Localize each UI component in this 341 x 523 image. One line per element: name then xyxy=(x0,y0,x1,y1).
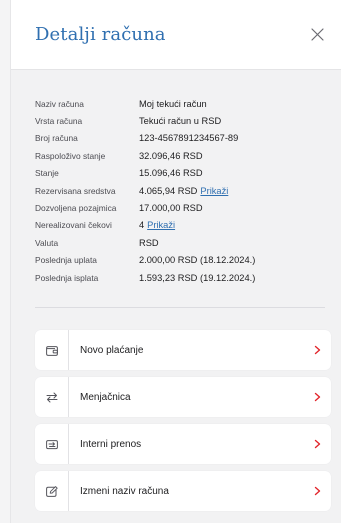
detail-label: Rezervisana sredstva xyxy=(35,185,116,196)
exchange-arrows-icon xyxy=(35,377,69,417)
detail-row-valuta: Valuta RSD xyxy=(35,234,317,251)
account-actions: Novo plaćanje Menjačnica Interni prenos … xyxy=(35,330,331,518)
edit-pencil-icon xyxy=(35,471,69,511)
detail-label: Nerealizovani čekovi xyxy=(35,220,112,231)
detail-label: Stanje xyxy=(35,168,59,179)
action-label: Menjačnica xyxy=(80,391,131,403)
detail-value-text: 4.065,94 RSD xyxy=(139,185,198,196)
detail-label: Dozvoljena pozajmica xyxy=(35,203,117,214)
detail-value: 4 Prikaži xyxy=(139,220,175,230)
detail-label: Vrsta računa xyxy=(35,116,83,127)
detail-value: RSD xyxy=(139,237,159,248)
account-details-list: Naziv računa Moj tekući račun Vrsta raču… xyxy=(11,70,341,286)
action-label: Novo plaćanje xyxy=(80,344,144,356)
modal-header: Detalji računa xyxy=(11,0,341,70)
detail-value: Tekući račun u RSD xyxy=(139,116,222,127)
rename-account-button[interactable]: Izmeni naziv računa xyxy=(35,471,331,511)
detail-row-stanje: Stanje 15.096,46 RSD xyxy=(35,165,317,182)
account-details-modal: Detalji računa Naziv računa Moj tekući r… xyxy=(10,0,341,523)
exchange-button[interactable]: Menjačnica xyxy=(35,377,331,417)
detail-row-naziv: Naziv računa Moj tekući račun xyxy=(35,95,317,112)
detail-label: Poslednja isplata xyxy=(35,272,99,283)
detail-row-raspolozivo: Raspoloživo stanje 32.096,46 RSD xyxy=(35,147,317,164)
wallet-icon xyxy=(35,330,69,370)
detail-value: 17.000,00 RSD xyxy=(139,203,203,214)
detail-value-text: 4 xyxy=(139,220,145,231)
detail-value: Moj tekući račun xyxy=(139,98,207,109)
new-payment-button[interactable]: Novo plaćanje xyxy=(35,330,331,370)
detail-value: 2.000,00 RSD (18.12.2024.) xyxy=(139,255,256,266)
detail-row-isplata: Poslednja isplata 1.593,23 RSD (19.12.20… xyxy=(35,269,317,286)
detail-label: Valuta xyxy=(35,237,59,248)
detail-row-rezervisana: Rezervisana sredstva 4.065,94 RSD Prikaži xyxy=(35,182,317,199)
chevron-right-icon xyxy=(303,439,331,449)
detail-value: 123-4567891234567-89 xyxy=(139,133,239,144)
internal-transfer-button[interactable]: Interni prenos xyxy=(35,424,331,464)
detail-row-pozajmica: Dozvoljena pozajmica 17.000,00 RSD xyxy=(35,199,317,216)
detail-row-broj: Broj računa 123-4567891234567-89 xyxy=(35,130,317,147)
detail-row-vrsta: Vrsta računa Tekući račun u RSD xyxy=(35,112,317,129)
modal-title: Detalji računa xyxy=(35,24,166,45)
detail-value: 32.096,46 RSD xyxy=(139,150,203,161)
action-label: Izmeni naziv računa xyxy=(80,485,169,497)
detail-row-uplata: Poslednja uplata 2.000,00 RSD (18.12.202… xyxy=(35,252,317,269)
detail-label: Raspoloživo stanje xyxy=(35,150,106,161)
prikazi-checks-link[interactable]: Prikaži xyxy=(147,220,175,230)
detail-label: Broj računa xyxy=(35,133,78,144)
transfer-card-icon xyxy=(35,424,69,464)
section-divider xyxy=(35,307,325,308)
close-button[interactable] xyxy=(307,25,327,45)
detail-label: Poslednja uplata xyxy=(35,255,97,266)
chevron-right-icon xyxy=(303,392,331,402)
prikazi-reserved-link[interactable]: Prikaži xyxy=(200,186,228,196)
chevron-right-icon xyxy=(303,486,331,496)
action-label: Interni prenos xyxy=(80,438,142,450)
close-icon xyxy=(310,28,324,41)
detail-value: 15.096,46 RSD xyxy=(139,168,203,179)
detail-value: 1.593,23 RSD (19.12.2024.) xyxy=(139,272,256,283)
detail-value: 4.065,94 RSD Prikaži xyxy=(139,186,228,196)
detail-row-cekovi: Nerealizovani čekovi 4 Prikaži xyxy=(35,217,317,234)
chevron-right-icon xyxy=(303,345,331,355)
detail-label: Naziv računa xyxy=(35,98,84,109)
